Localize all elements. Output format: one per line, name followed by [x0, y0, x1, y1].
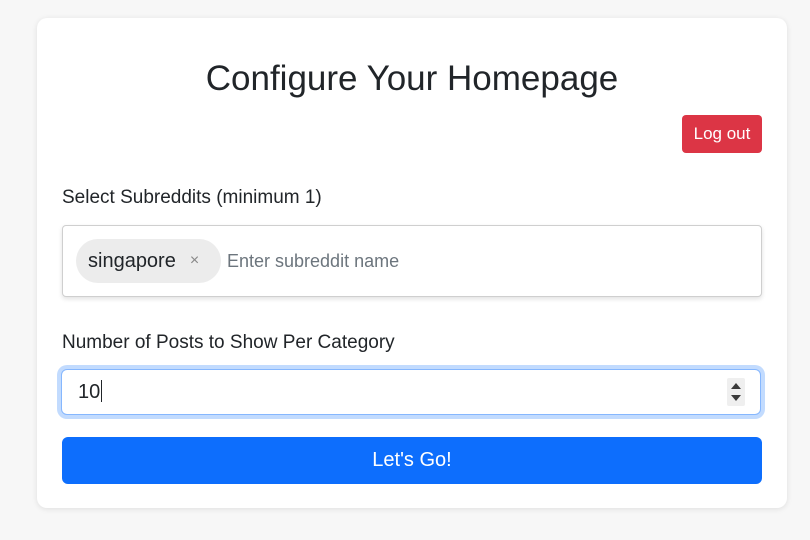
text-caret	[101, 380, 103, 403]
subreddit-tag: singapore ×	[76, 239, 221, 283]
subreddit-input[interactable]	[227, 248, 727, 274]
subreddit-selector[interactable]: singapore ×	[62, 225, 762, 297]
subreddit-tag-label: singapore	[88, 249, 176, 272]
subreddits-label: Select Subreddits (minimum 1)	[62, 187, 322, 208]
number-spinner[interactable]	[727, 378, 745, 406]
chevron-up-icon[interactable]	[731, 383, 741, 389]
chevron-down-icon[interactable]	[731, 395, 741, 401]
submit-button[interactable]: Let's Go!	[62, 437, 762, 484]
posts-count-value-wrap: 10	[78, 380, 103, 404]
posts-count-label: Number of Posts to Show Per Category	[62, 332, 395, 353]
posts-count-input[interactable]: 10	[61, 369, 761, 415]
close-icon[interactable]: ×	[190, 253, 199, 269]
logout-button[interactable]: Log out	[682, 115, 762, 153]
config-card: Configure Your Homepage Log out Select S…	[37, 18, 787, 508]
page-title: Configure Your Homepage	[205, 59, 619, 98]
posts-count-value: 10	[78, 381, 101, 403]
